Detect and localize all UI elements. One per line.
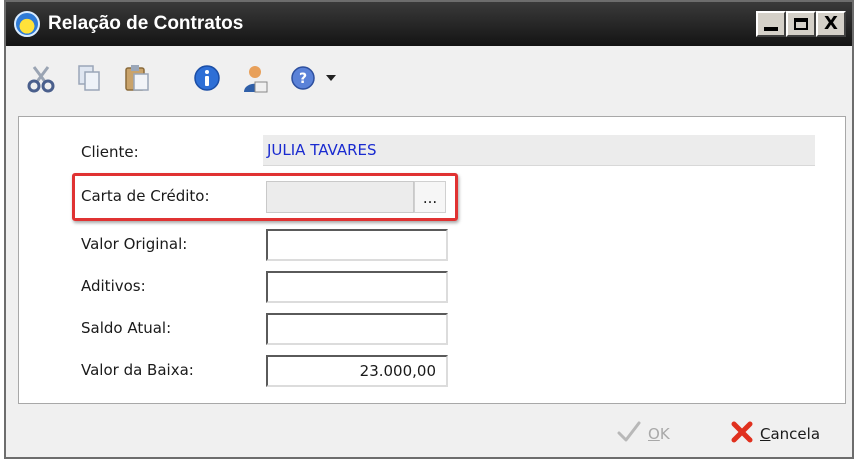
saldo-atual-field[interactable] <box>266 313 448 345</box>
maximize-button[interactable] <box>786 11 816 37</box>
paste-icon[interactable] <box>120 61 154 95</box>
close-button[interactable]: X <box>816 11 846 37</box>
maximize-icon <box>794 18 808 30</box>
copy-icon[interactable] <box>72 61 106 95</box>
valor-original-label: Valor Original: <box>81 235 188 253</box>
close-icon: X <box>824 13 838 34</box>
app-logo-icon <box>14 11 40 37</box>
ok-button[interactable]: OK <box>616 420 670 448</box>
cut-icon[interactable] <box>24 61 58 95</box>
cancel-label: Cancela <box>760 425 820 443</box>
ok-label: OK <box>648 425 670 443</box>
checkmark-icon <box>616 420 642 448</box>
title-bar[interactable]: Relação de Contratos X <box>6 2 852 46</box>
saldo-atual-label: Saldo Atual: <box>81 319 172 337</box>
dropdown-arrow-icon[interactable] <box>324 61 338 95</box>
carta-credito-field[interactable] <box>266 181 414 213</box>
cancel-x-icon <box>730 420 754 448</box>
ok-label-rest: K <box>659 425 670 443</box>
valor-baixa-label: Valor da Baixa: <box>81 361 194 379</box>
aditivos-field[interactable] <box>266 271 448 303</box>
svg-text:?: ? <box>299 71 307 87</box>
valor-original-field[interactable] <box>266 229 448 261</box>
carta-credito-label: Carta de Crédito: <box>81 187 210 205</box>
help-icon[interactable]: ? <box>286 61 320 95</box>
cliente-value: JULIA TAVARES <box>263 135 815 166</box>
minimize-icon <box>764 27 778 31</box>
relacao-contratos-window: Relação de Contratos X ? Cliente: JULIA … <box>4 0 854 459</box>
aditivos-label: Aditivos: <box>81 277 146 295</box>
ok-mnemonic: O <box>648 425 660 443</box>
window-title: Relação de Contratos <box>48 13 244 34</box>
user-icon[interactable] <box>238 61 272 95</box>
carta-credito-lookup-button[interactable]: ... <box>414 181 446 213</box>
cancel-label-rest: ancela <box>770 425 821 443</box>
valor-baixa-field[interactable]: 23.000,00 <box>266 355 448 387</box>
toolbar: ? <box>6 46 852 110</box>
cliente-label: Cliente: <box>81 143 139 161</box>
info-icon[interactable] <box>190 61 224 95</box>
minimize-button[interactable] <box>756 11 786 37</box>
window-controls: X <box>756 11 846 37</box>
cancel-button[interactable]: Cancela <box>730 420 820 448</box>
form-panel: Cliente: JULIA TAVARES Carta de Crédito:… <box>18 116 846 404</box>
cancel-mnemonic: C <box>760 425 771 443</box>
